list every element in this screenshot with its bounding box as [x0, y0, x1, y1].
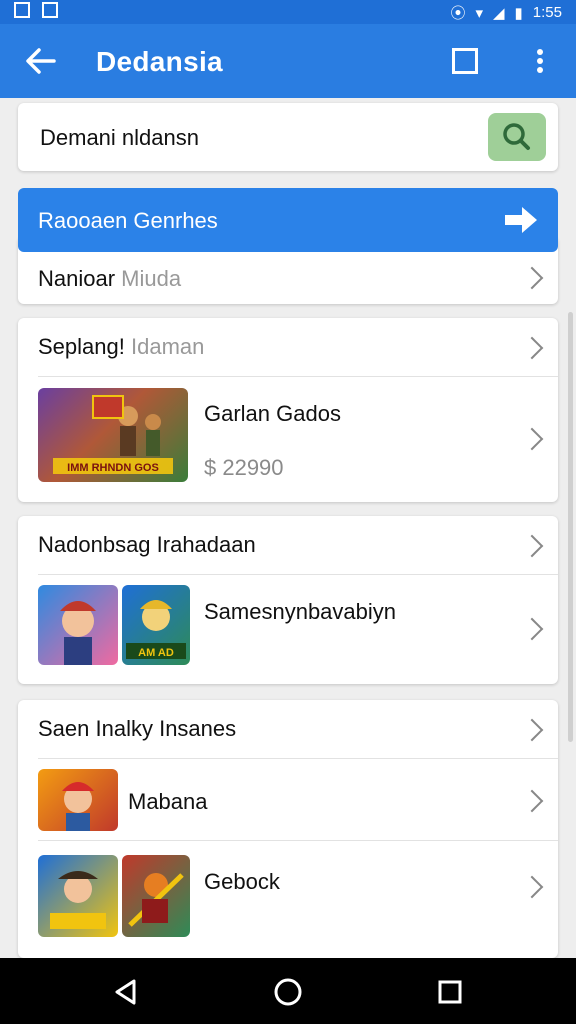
app-bar: Dedansia — [0, 24, 576, 98]
chevron-right-icon — [520, 427, 544, 451]
section-card: Nadonbsag Irahadaan AM AD Samesnynbavabi… — [18, 516, 558, 684]
chevron-right-icon — [520, 617, 544, 641]
vibrate-icon: ⦿ — [450, 5, 466, 22]
list-item[interactable]: AM AD Samesnynbavabiyn — [18, 575, 558, 684]
status-bar: ⦿ ▾ ◢ ▮ 1:55 — [0, 0, 576, 24]
section-header[interactable]: Seplang! Idaman — [18, 318, 558, 376]
featured-banner[interactable]: Raooaen Genrhes — [18, 188, 558, 252]
item-name: Gebock — [204, 869, 280, 894]
list-item-label: Nanioar — [38, 266, 116, 291]
game-thumbnail: AM AD — [122, 585, 190, 665]
more-options-icon[interactable] — [530, 46, 550, 78]
list-item-sublabel: Miuda — [121, 266, 182, 291]
game-thumbnail — [38, 585, 118, 665]
section-card: Saen Inalky Insanes Mabana Gebock — [18, 700, 558, 958]
nav-recents-icon[interactable] — [436, 978, 464, 1006]
system-nav-bar — [0, 958, 576, 1024]
list-item[interactable]: Mabana — [18, 759, 558, 839]
list-item[interactable]: Nanioar Miuda — [18, 252, 558, 304]
window-icon[interactable] — [452, 48, 478, 74]
section-title: Nadonbsag Irahadaan — [38, 532, 256, 557]
chevron-right-icon — [520, 266, 544, 290]
item-name: Garlan Gados — [204, 401, 341, 426]
search-bar[interactable]: Demani nldansn — [18, 103, 558, 171]
search-icon — [503, 123, 530, 150]
game-thumbnail — [122, 855, 190, 937]
chevron-right-icon — [520, 718, 544, 742]
notification-icon — [14, 2, 30, 18]
section-card: Seplang! Idaman IMM RHNDN GOS Garlan Gad… — [18, 318, 558, 502]
section-title: Seplang! — [38, 334, 125, 359]
svg-text:AM AD: AM AD — [138, 647, 174, 659]
section-title: Saen Inalky Insanes — [38, 716, 237, 741]
section-header[interactable]: Nadonbsag Irahadaan — [18, 516, 558, 574]
chevron-right-icon — [520, 534, 544, 558]
wifi-icon: ▾ — [475, 4, 483, 22]
chevron-right-icon — [520, 336, 544, 360]
game-thumbnail: IMM RHNDN GOS — [38, 388, 188, 482]
search-button[interactable] — [488, 113, 546, 161]
signal-icon: ◢ — [492, 4, 505, 22]
game-thumbnail — [38, 855, 118, 937]
banner-label: Raooaen Genrhes — [38, 208, 218, 233]
item-price: $ 22990 — [204, 455, 284, 480]
page-title: Dedansia — [96, 46, 223, 77]
nav-back-icon[interactable] — [112, 978, 140, 1006]
arrow-right-icon — [505, 207, 537, 233]
list-item[interactable]: Gebock — [18, 841, 558, 958]
item-name: Mabana — [128, 789, 208, 814]
section-header[interactable]: Saen Inalky Insanes — [18, 700, 558, 758]
chevron-right-icon — [520, 875, 544, 899]
nav-home-icon[interactable] — [272, 976, 304, 1008]
list-item[interactable]: IMM RHNDN GOS Garlan Gados $ 22990 — [18, 377, 558, 502]
back-arrow-icon[interactable] — [24, 44, 58, 78]
chevron-right-icon — [520, 789, 544, 813]
search-input[interactable]: Demani nldansn — [40, 125, 199, 151]
battery-icon: ▮ — [514, 4, 523, 22]
item-name: Samesnynbavabiyn — [204, 599, 397, 624]
svg-text:IMM RHNDN GOS: IMM RHNDN GOS — [67, 462, 159, 474]
status-time: 1:55 — [532, 4, 562, 21]
game-thumbnail — [38, 769, 118, 831]
notification-icon-2 — [42, 2, 58, 18]
section-subtitle: Idaman — [130, 334, 205, 359]
scrollbar[interactable] — [568, 312, 573, 742]
